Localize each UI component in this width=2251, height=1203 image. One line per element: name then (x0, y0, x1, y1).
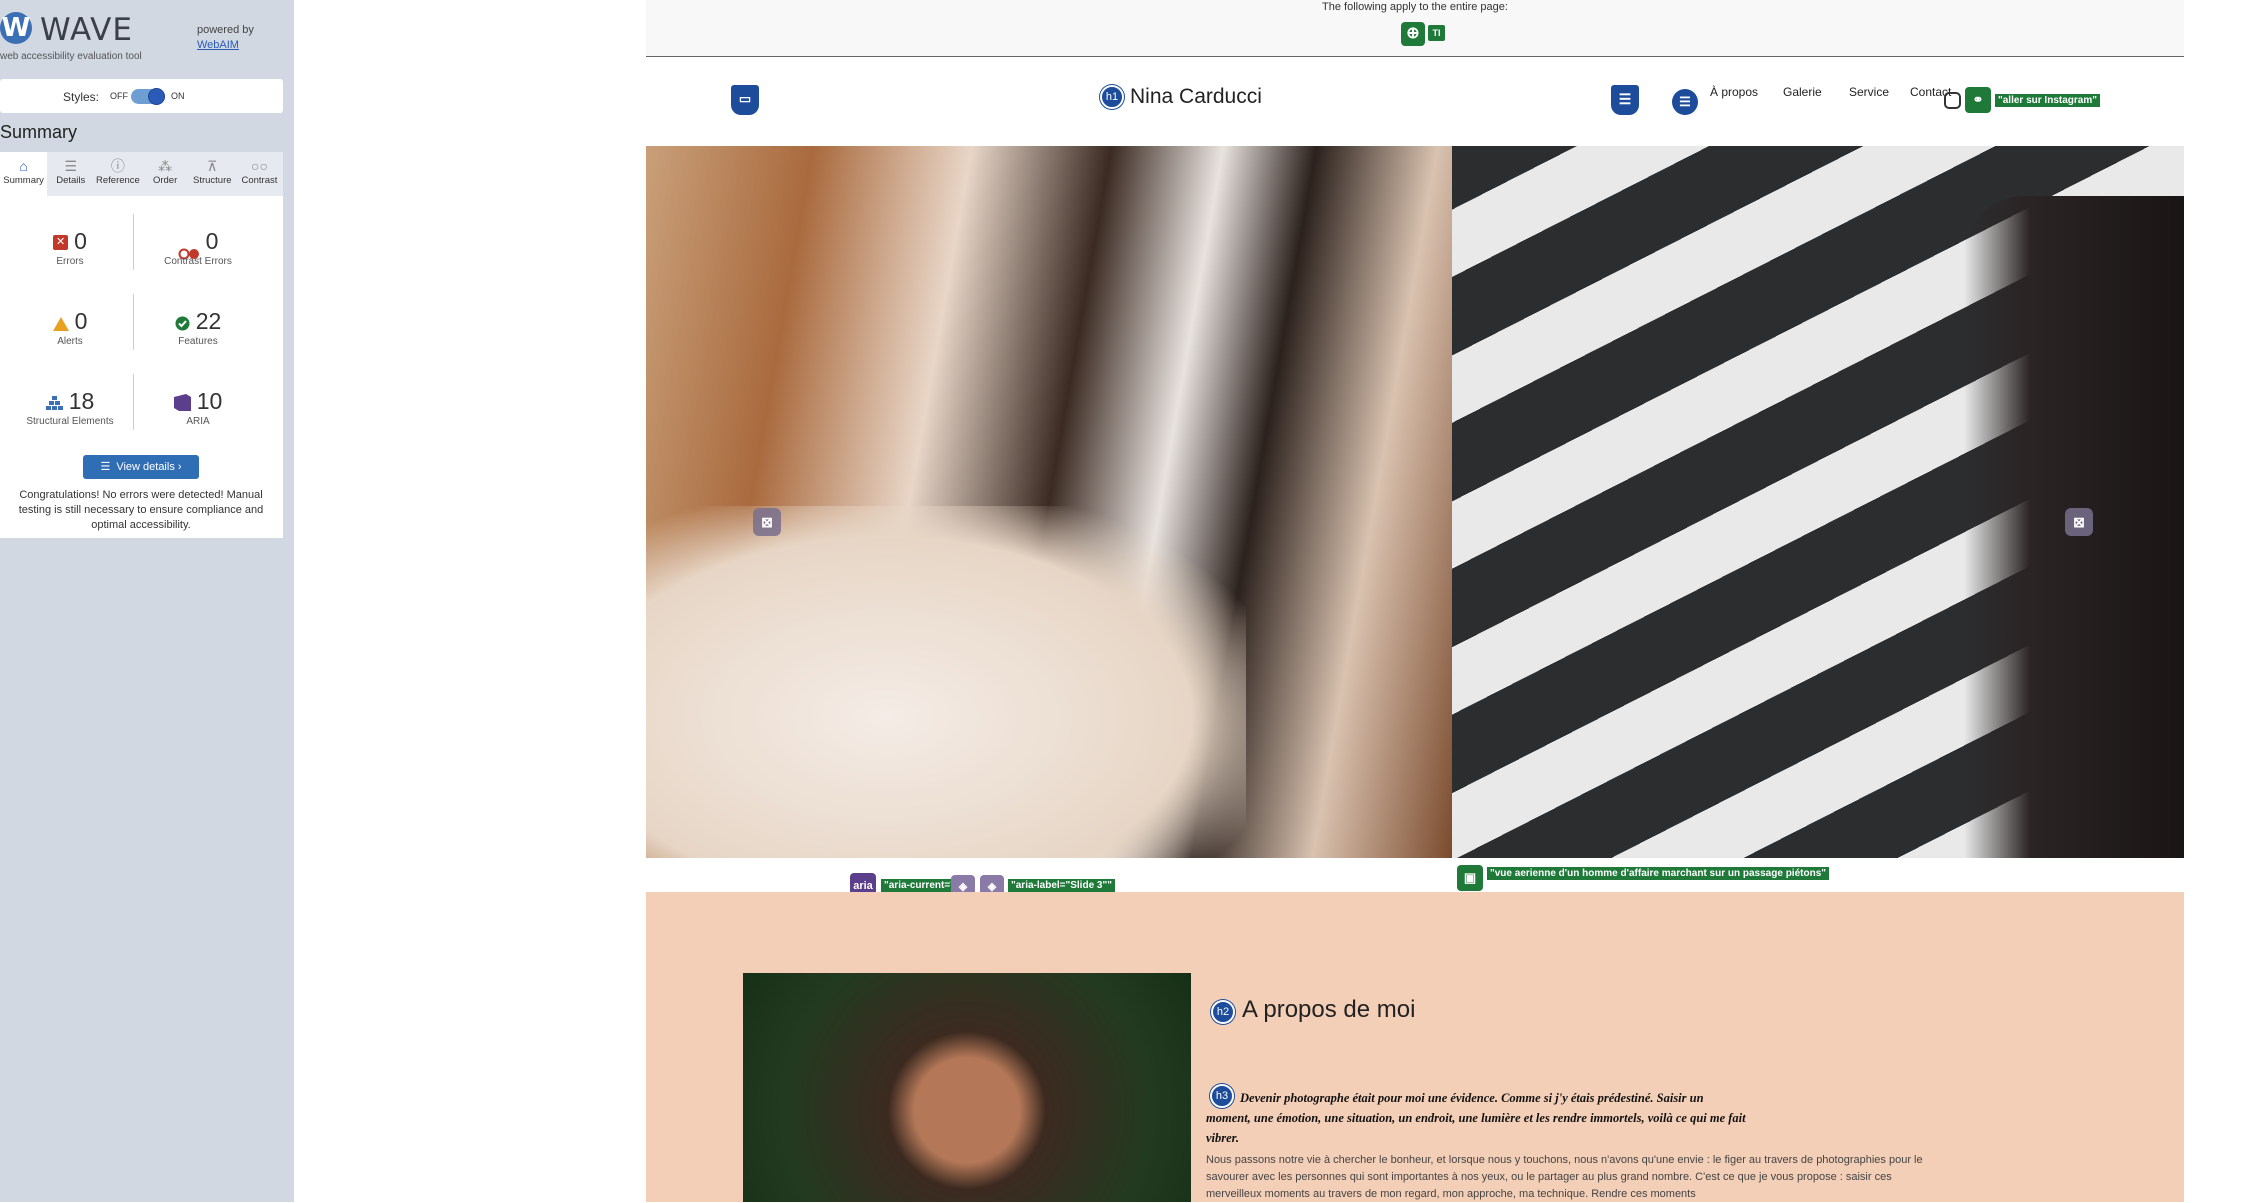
error-icon: ✕ (53, 235, 69, 251)
aria-stat[interactable]: 10 ARIA (133, 386, 263, 427)
structural-count: 18 (68, 388, 95, 414)
view-details-button[interactable]: ☰ View details › (83, 455, 199, 479)
site-title: Nina Carducci (1130, 85, 1262, 108)
nav-link-galerie[interactable]: Galerie (1783, 85, 1822, 99)
summary-heading: Summary (0, 122, 78, 142)
tab-contrast[interactable]: ○○ Contrast (236, 152, 283, 196)
nav-link-apropos[interactable]: À propos (1710, 85, 1758, 99)
carousel-image-wedding (646, 146, 1452, 858)
header-landmark-icon[interactable]: ▭ (731, 85, 759, 115)
tab-label: Order (152, 175, 178, 186)
page-title-icon[interactable]: TI (1428, 25, 1445, 41)
aria-icon (173, 388, 191, 418)
tab-structure[interactable]: ⊼ Structure (189, 152, 236, 196)
features-count: 22 (195, 308, 222, 334)
divider (133, 214, 134, 270)
view-details-label: View details › (116, 461, 182, 473)
summary-panel: ✕ 0 Errors 0 Contrast Errors 0 Alerts 22 … (0, 196, 283, 538)
structural-label: Structural Elements (26, 416, 114, 427)
list-icon: ☰ (100, 461, 111, 473)
hero-carousel: ⊠ ⊠ (646, 146, 2184, 858)
list-icon: ☰ (64, 158, 78, 174)
h1-badge-icon[interactable]: h1 (1100, 85, 1124, 109)
tab-label: Summary (3, 175, 44, 186)
alerts-count: 0 (74, 308, 88, 334)
aria-label-tag: "aria-label="Slide 3"" (1008, 879, 1115, 892)
about-subheading-text: Devenir photographe était pour moi une é… (1206, 1091, 1746, 1145)
divider (133, 294, 134, 350)
tab-label: Details (56, 175, 86, 186)
aria-label: ARIA (186, 416, 210, 427)
wave-title: WAVE (40, 12, 133, 48)
info-icon: ⓘ (110, 158, 125, 174)
styles-label: Styles: (63, 90, 100, 104)
wave-sidebar: W WAVE web accessibility evaluation tool… (0, 0, 294, 1202)
carousel-image-crosswalk (1452, 146, 2184, 858)
powered-by-text: powered by (197, 24, 254, 36)
language-icon[interactable]: ⊕ (1401, 22, 1425, 46)
carousel-indicators: aria "aria-current="tru ◈ ◈ "aria-label=… (646, 858, 2184, 899)
contrast-icon: ○○ (250, 158, 268, 174)
wave-logo[interactable]: W WAVE web accessibility evaluation tool… (0, 8, 294, 68)
contrast-errors-label: Contrast Errors (164, 256, 232, 267)
contrast-errors-count: 0 (205, 228, 219, 254)
tab-label: Reference (96, 175, 140, 186)
null-alt-icon[interactable]: ⊠ (2065, 508, 2093, 536)
null-alt-icon[interactable]: ⊠ (753, 508, 781, 536)
features-label: Features (178, 336, 218, 347)
portrait-image (743, 973, 1191, 1202)
toggle-knob (148, 88, 165, 105)
wave-tabs: ⌂ Summary ☰ Details ⓘ Reference ⁂ Order ⊼ Str… (0, 152, 283, 196)
about-section: h2 A propos de moi h3 Devenir photograph… (646, 892, 2184, 1202)
about-heading: A propos de moi (1242, 996, 1416, 1023)
tab-reference[interactable]: ⓘ Reference (94, 152, 141, 196)
list-icon[interactable]: ☰ (1672, 89, 1698, 115)
feature-icon (175, 308, 190, 338)
tab-order[interactable]: ⁂ Order (142, 152, 189, 196)
structure-icon: ⊼ (207, 158, 218, 174)
wave-logo-icon: W (0, 12, 32, 44)
features-stat[interactable]: 22 Features (133, 306, 263, 347)
contrast-error-icon (178, 237, 200, 260)
styles-on-label: ON (171, 91, 185, 101)
h2-badge-icon[interactable]: h2 (1211, 1000, 1235, 1024)
alerts-label: Alerts (57, 336, 83, 347)
tab-label: Structure (193, 175, 232, 186)
page-wide-icons-bar: The following apply to the entire page: … (646, 0, 2184, 57)
tab-details[interactable]: ☰ Details (47, 152, 94, 196)
aria-count: 10 (196, 388, 223, 414)
alert-icon (52, 308, 69, 338)
errors-count: 0 (74, 228, 87, 254)
slide-alt-tag: "vue aerienne d'un homme d'affaire march… (1487, 867, 1829, 880)
alerts-stat[interactable]: 0 Alerts (5, 306, 135, 347)
about-paragraph: Nous passons notre vie à chercher le bon… (1206, 1154, 1923, 1200)
styles-off-label: OFF (110, 91, 128, 101)
powered-by: powered by WebAIM (197, 23, 254, 53)
evaluated-page: The following apply to the entire page: … (646, 0, 2184, 1202)
instagram-alt-tag: "aller sur Instagram" (1995, 94, 2100, 107)
congrats-message: Congratulations! No errors were detected… (18, 489, 264, 531)
order-icon: ⁂ (158, 158, 173, 174)
instagram-icon[interactable] (1944, 92, 1961, 109)
nav-link-service[interactable]: Service (1849, 85, 1889, 99)
tab-label: Contrast (241, 175, 278, 186)
about-subheading: Devenir photographe était pour moi une é… (1206, 1088, 1746, 1148)
contrast-errors-stat[interactable]: 0 Contrast Errors (133, 226, 263, 267)
structural-stat[interactable]: 18 Structural Elements (5, 386, 135, 427)
errors-stat[interactable]: ✕ 0 Errors (5, 226, 135, 267)
link-icon[interactable]: ⚭ (1965, 87, 1991, 113)
site-header: ▭ h1 Nina Carducci ☰ ☰ À propos Galerie … (646, 57, 2184, 146)
styles-toggle[interactable] (131, 88, 165, 105)
page-wide-note: The following apply to the entire page: (1322, 1, 1508, 13)
nav-landmark-icon[interactable]: ☰ (1611, 85, 1639, 115)
alt-text-icon[interactable]: ▣ (1457, 865, 1483, 891)
errors-label: Errors (56, 256, 84, 267)
wave-subtitle: web accessibility evaluation tool (0, 51, 142, 62)
webaim-link[interactable]: WebAIM (197, 38, 254, 53)
structure-icon (45, 388, 63, 418)
divider (133, 374, 134, 430)
tab-summary[interactable]: ⌂ Summary (0, 152, 48, 196)
home-icon: ⌂ (19, 158, 28, 174)
styles-toggle-row: Styles: OFF ON (0, 79, 283, 113)
